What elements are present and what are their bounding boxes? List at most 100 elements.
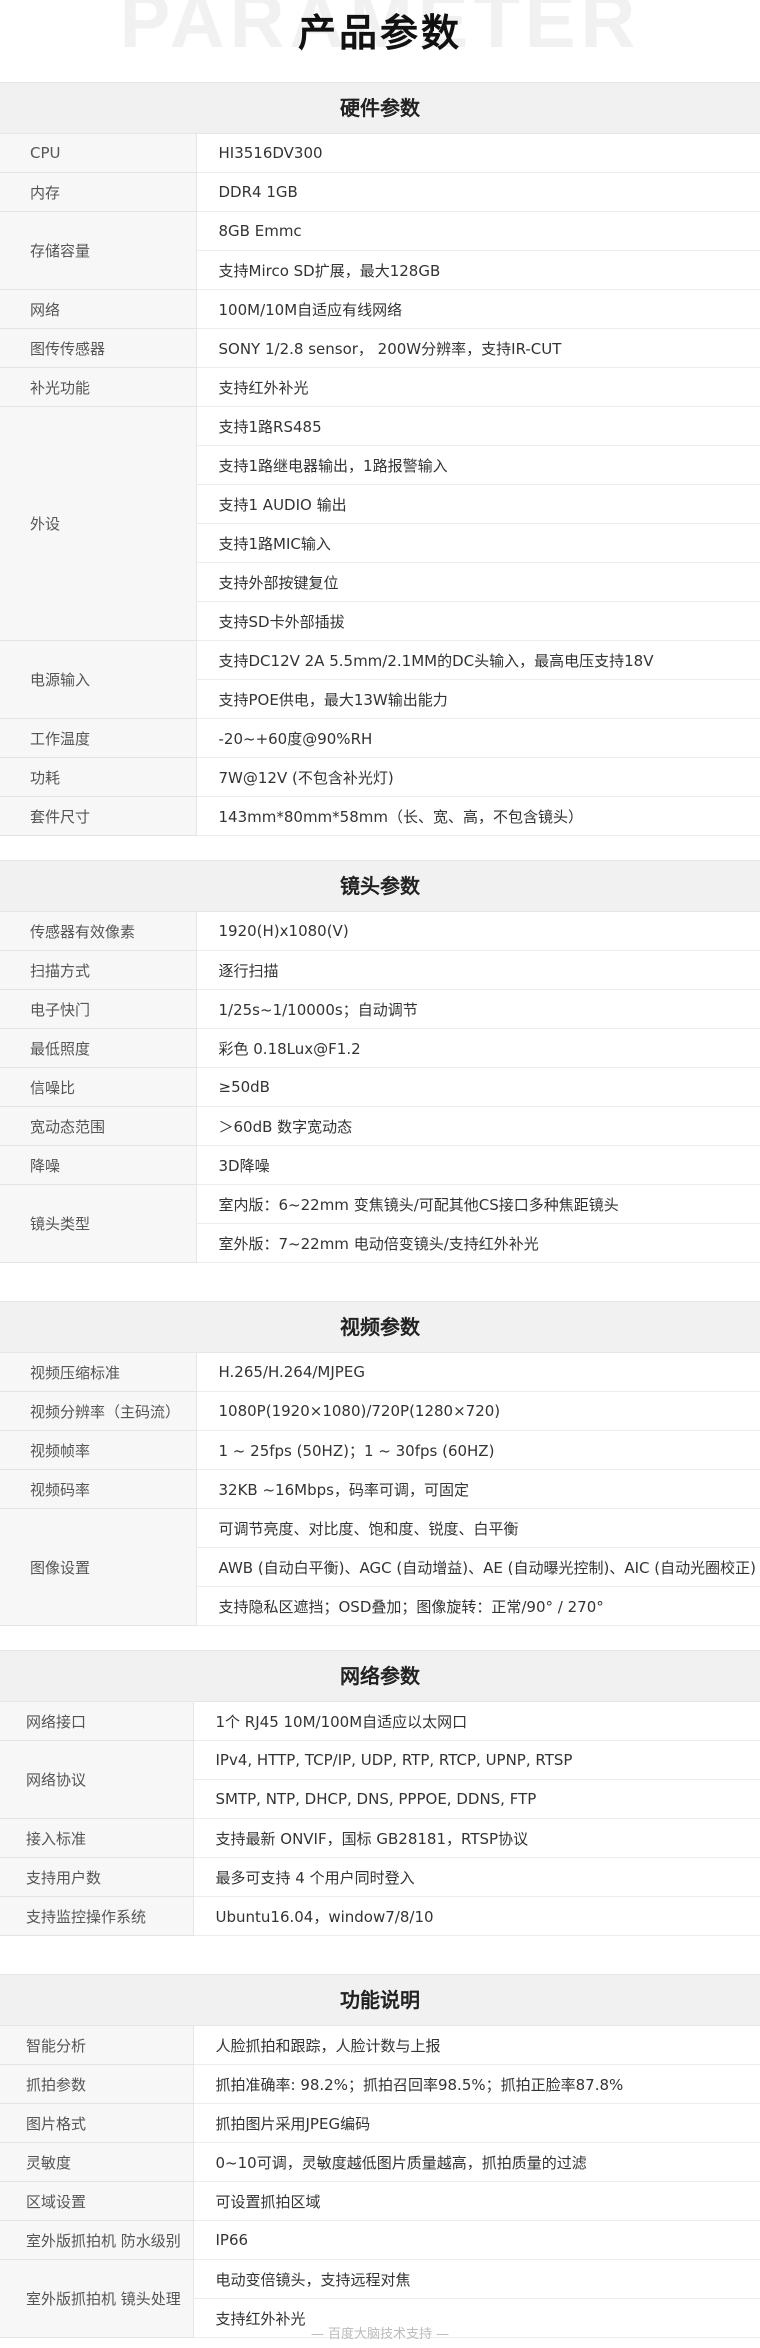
table-row: 支持监控操作系统 Ubuntu16.04，window7/8/10: [0, 1896, 760, 1936]
spec-label: 图片格式: [0, 2103, 194, 2143]
spec-label: 镜头类型: [0, 1184, 197, 1263]
spec-value: IPv4, HTTP, TCP/IP, UDP, RTP, RTCP, UPNP…: [193, 1740, 760, 1780]
spec-section: 网络参数 网络接口 1个 RJ45 10M/100M自适应以太网口 网络协议 IPv4,…: [0, 1650, 760, 1936]
table-row: 最低照度 彩色 0.18Lux@F1.2: [0, 1028, 760, 1068]
spec-value: 1/25s~1/10000s；自动调节: [196, 989, 760, 1029]
spec-value: 支持POE供电，最大13W输出能力: [196, 679, 760, 719]
spec-value: DDR4 1GB: [196, 172, 760, 212]
spec-label: 降噪: [0, 1145, 197, 1185]
spec-label: 区域设置: [0, 2181, 194, 2221]
spec-value: 可调节亮度、对比度、饱和度、锐度、白平衡: [196, 1508, 760, 1548]
table-row: 智能分析 人脸抓拍和跟踪，人脸计数与上报: [0, 2026, 760, 2065]
spec-section: 功能说明 智能分析 人脸抓拍和跟踪，人脸计数与上报 抓拍参数 抓拍准确率: 98.2%；…: [0, 1974, 760, 2338]
spec-table: 智能分析 人脸抓拍和跟踪，人脸计数与上报 抓拍参数 抓拍准确率: 98.2%；抓拍召回…: [0, 2026, 760, 2338]
table-row: 区域设置 可设置抓拍区域: [0, 2181, 760, 2221]
spec-value: 1920(H)x1080(V): [196, 912, 760, 951]
page-header: PARAMETER 产品参数: [0, 0, 760, 82]
table-row: 图传传感器 SONY 1/2.8 sensor， 200W分辨率，支持IR-CUT: [0, 328, 760, 368]
spec-value: Ubuntu16.04，window7/8/10: [193, 1896, 760, 1936]
spec-value: 支持隐私区遮挡；OSD叠加；图像旋转：正常/90° / 270°: [196, 1586, 760, 1626]
table-row: 视频帧率 1 ~ 25fps (50HZ)；1 ~ 30fps (60HZ): [0, 1430, 760, 1470]
spec-label: 网络接口: [0, 1702, 194, 1741]
spec-value: 143mm*80mm*58mm（长、宽、高，不包含镜头）: [196, 796, 760, 836]
section-title: 网络参数: [0, 1650, 760, 1702]
spec-value: 32KB ~16Mbps，码率可调，可固定: [196, 1469, 760, 1509]
spec-label: 视频码率: [0, 1469, 197, 1509]
spec-value: 支持红外补光: [196, 367, 760, 407]
spec-label: 抓拍参数: [0, 2064, 194, 2104]
table-row: 图片格式 抓拍图片采用JPEG编码: [0, 2103, 760, 2143]
spec-label: 电源输入: [0, 640, 197, 719]
spec-label: 功耗: [0, 757, 197, 797]
spec-value: HI3516DV300: [196, 134, 760, 173]
spec-value: 可设置抓拍区域: [193, 2181, 760, 2221]
spec-value: 人脸抓拍和跟踪，人脸计数与上报: [193, 2026, 760, 2065]
spec-value: -20~+60度@90%RH: [196, 718, 760, 758]
table-row: 外设 支持1路RS485: [0, 406, 760, 641]
table-row: 图像设置 可调节亮度、对比度、饱和度、锐度、白平衡: [0, 1508, 760, 1626]
spec-label: 最低照度: [0, 1028, 197, 1068]
spec-value: AWB (自动白平衡)、AGC (自动增益)、AE (自动曝光控制)、AIC (…: [196, 1547, 760, 1587]
spec-value: 1 ~ 25fps (50HZ)；1 ~ 30fps (60HZ): [196, 1430, 760, 1470]
spec-label: 图像设置: [0, 1508, 197, 1626]
table-row: 支持用户数 最多可支持 4 个用户同时登入: [0, 1857, 760, 1897]
table-row: 补光功能 支持红外补光: [0, 367, 760, 407]
spec-label: 灵敏度: [0, 2142, 194, 2182]
spec-label: 视频压缩标准: [0, 1353, 197, 1392]
table-row: 电源输入 支持DC12V 2A 5.5mm/2.1MM的DC头输入，最高电压支持1…: [0, 640, 760, 719]
section-title: 视频参数: [0, 1301, 760, 1353]
spec-value: SONY 1/2.8 sensor， 200W分辨率，支持IR-CUT: [196, 328, 760, 368]
spec-value: 室外版：7~22mm 电动倍变镜头/支持红外补光: [196, 1223, 760, 1263]
spec-value: 抓拍准确率: 98.2%；抓拍召回率98.5%；抓拍正脸率87.8%: [193, 2064, 760, 2104]
spec-value: 支持最新 ONVIF，国标 GB28181，RTSP协议: [193, 1818, 760, 1858]
spec-value: 支持1 AUDIO 输出: [196, 484, 760, 524]
spec-value: 支持DC12V 2A 5.5mm/2.1MM的DC头输入，最高电压支持18V: [196, 640, 760, 680]
spec-label: 宽动态范围: [0, 1106, 197, 1146]
spec-value: 最多可支持 4 个用户同时登入: [193, 1857, 760, 1897]
spec-value: 0~10可调，灵敏度越低图片质量越高，抓拍质量的过滤: [193, 2142, 760, 2182]
spec-label: 补光功能: [0, 367, 197, 407]
spec-label: 传感器有效像素: [0, 912, 197, 951]
spec-table: 网络接口 1个 RJ45 10M/100M自适应以太网口 网络协议 IPv4, HTT…: [0, 1702, 760, 1936]
table-row: 功耗 7W@12V (不包含补光灯): [0, 757, 760, 797]
spec-label: 信噪比: [0, 1067, 197, 1107]
spec-value: 1080P(1920×1080)/720P(1280×720): [196, 1391, 760, 1431]
table-row: 网络协议 IPv4, HTTP, TCP/IP, UDP, RTP, RTCP, …: [0, 1740, 760, 1819]
spec-table: CPU HI3516DV300 内存 DDR4 1GB 存储容量 8GB Emmc 支持Mi…: [0, 134, 760, 836]
spec-value: 支持SD卡外部插拔: [196, 601, 760, 641]
spec-label: 图传传感器: [0, 328, 197, 368]
table-row: 抓拍参数 抓拍准确率: 98.2%；抓拍召回率98.5%；抓拍正脸率87.8%: [0, 2064, 760, 2104]
table-row: 室外版抓拍机 镜头处理 电动变倍镜头，支持远程对焦: [0, 2259, 760, 2338]
table-row: 扫描方式 逐行扫描: [0, 950, 760, 990]
spec-label: 外设: [0, 406, 197, 641]
spec-value: 3D降噪: [196, 1145, 760, 1185]
spec-section: 视频参数 视频压缩标准 H.265/H.264/MJPEG 视频分辨率（主码流） 108…: [0, 1301, 760, 1626]
spec-label: 扫描方式: [0, 950, 197, 990]
spec-sections: 硬件参数 CPU HI3516DV300 内存 DDR4 1GB 存储容量 8GB Emmc…: [0, 82, 760, 2338]
section-title: 功能说明: [0, 1974, 760, 2026]
spec-label: 支持监控操作系统: [0, 1896, 194, 1936]
spec-value: 支持1路RS485: [196, 406, 760, 446]
table-row: 电子快门 1/25s~1/10000s；自动调节: [0, 989, 760, 1029]
spec-value: H.265/H.264/MJPEG: [196, 1353, 760, 1392]
table-row: 室外版抓拍机 防水级别 IP66: [0, 2220, 760, 2260]
table-row: 信噪比 ≥50dB: [0, 1067, 760, 1107]
table-row: CPU HI3516DV300: [0, 134, 760, 173]
footer-credit: — 百度大脑技术支持 —: [310, 2327, 450, 2342]
spec-value: 7W@12V (不包含补光灯): [196, 757, 760, 797]
spec-label: 存储容量: [0, 211, 197, 290]
table-row: 视频码率 32KB ~16Mbps，码率可调，可固定: [0, 1469, 760, 1509]
spec-label: 电子快门: [0, 989, 197, 1029]
spec-value: 支持外部按键复位: [196, 562, 760, 602]
spec-label: 网络协议: [0, 1740, 194, 1819]
table-row: 降噪 3D降噪: [0, 1145, 760, 1185]
spec-label: 视频帧率: [0, 1430, 197, 1470]
table-row: 传感器有效像素 1920(H)x1080(V): [0, 912, 760, 951]
table-row: 接入标准 支持最新 ONVIF，国标 GB28181，RTSP协议: [0, 1818, 760, 1858]
spec-label: 支持用户数: [0, 1857, 194, 1897]
spec-label: 内存: [0, 172, 197, 212]
table-row: 内存 DDR4 1GB: [0, 172, 760, 212]
spec-value: 支持1路MIC输入: [196, 523, 760, 563]
